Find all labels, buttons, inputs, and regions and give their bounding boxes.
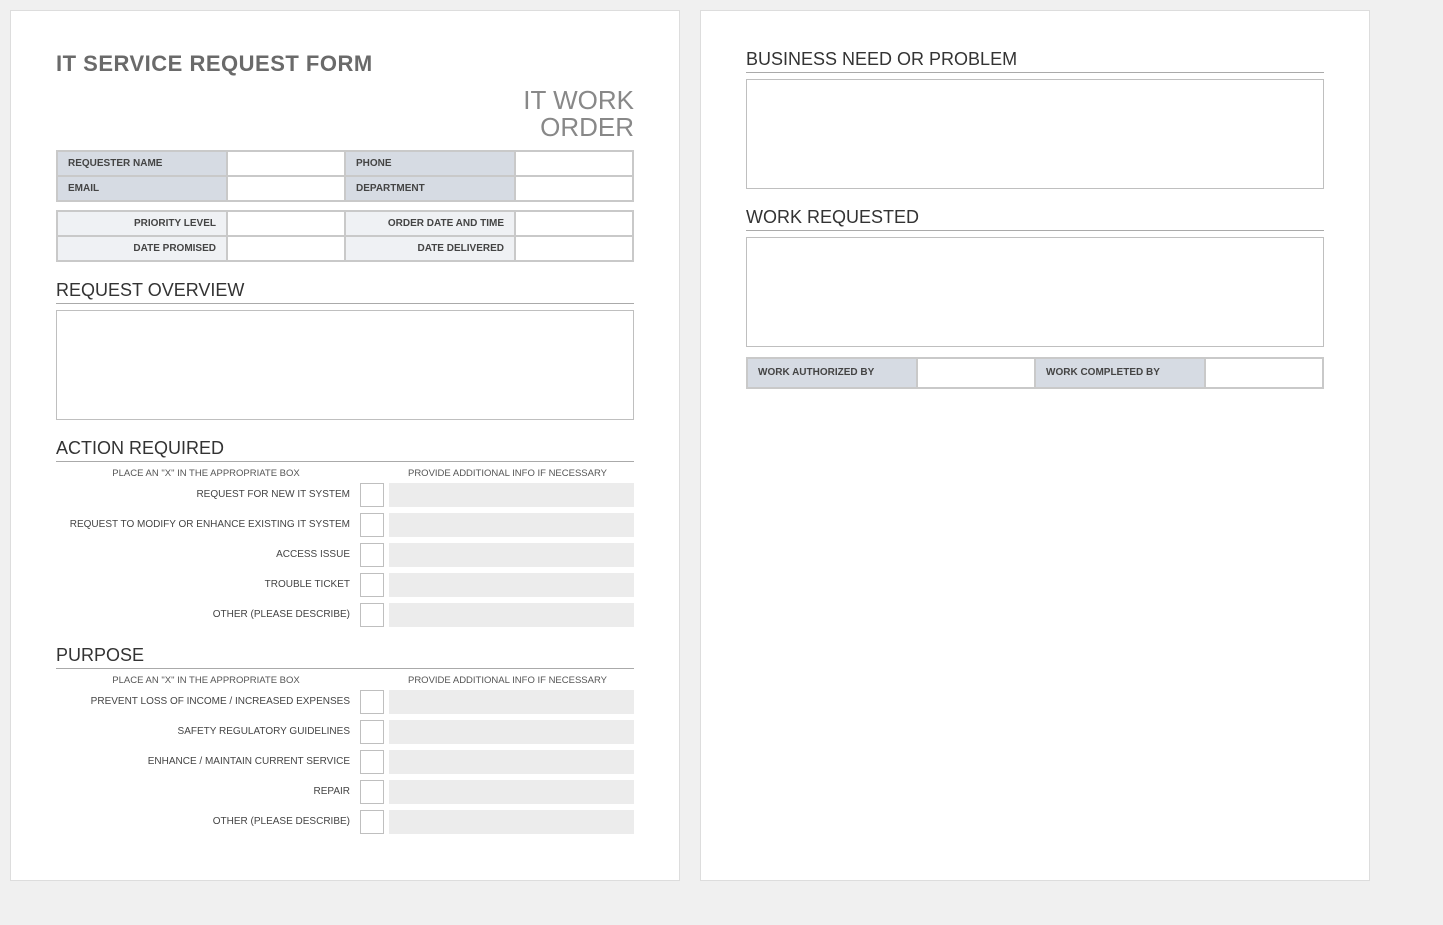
date-promised-field[interactable] [227,236,345,261]
form-subtitle: IT WORK ORDER [56,87,634,142]
page-2: BUSINESS NEED OR PROBLEM WORK REQUESTED … [700,10,1370,881]
requester-name-label: REQUESTER NAME [57,151,227,176]
request-overview-heading: REQUEST OVERVIEW [56,280,634,304]
action-item-label: ACCESS ISSUE [56,543,356,567]
purpose-item-checkbox[interactable] [360,720,384,744]
purpose-item-label: PREVENT LOSS OF INCOME / INCREASED EXPEN… [56,690,356,714]
action-item-info-field[interactable] [389,543,634,567]
purpose-item-label: REPAIR [56,780,356,804]
requester-name-field[interactable] [227,151,345,176]
action-item-checkbox[interactable] [360,573,384,597]
phone-field[interactable] [515,151,633,176]
order-date-field[interactable] [515,211,633,236]
request-overview-field[interactable] [56,310,634,420]
purpose-item-row: OTHER (PLEASE DESCRIBE) [56,810,634,834]
purpose-col-left-instr: PLACE AN "X" IN THE APPROPRIATE BOX [56,675,356,686]
work-requested-heading: WORK REQUESTED [746,207,1324,231]
email-label: EMAIL [57,176,227,201]
authorization-table: WORK AUTHORIZED BY WORK COMPLETED BY [746,357,1324,389]
action-item-info-field[interactable] [389,483,634,507]
purpose-columns-header: PLACE AN "X" IN THE APPROPRIATE BOX PROV… [56,675,634,686]
purpose-item-info-field[interactable] [389,810,634,834]
purpose-item-row: REPAIR [56,780,634,804]
action-item-label: REQUEST FOR NEW IT SYSTEM [56,483,356,507]
purpose-item-row: PREVENT LOSS OF INCOME / INCREASED EXPEN… [56,690,634,714]
purpose-item-checkbox[interactable] [360,810,384,834]
subtitle-line-1: IT WORK [523,85,634,115]
date-delivered-field[interactable] [515,236,633,261]
action-item-row: TROUBLE TICKET [56,573,634,597]
purpose-item-label: ENHANCE / MAINTAIN CURRENT SERVICE [56,750,356,774]
action-item-checkbox[interactable] [360,603,384,627]
action-col-right-instr: PROVIDE ADDITIONAL INFO IF NECESSARY [381,468,634,479]
business-need-field[interactable] [746,79,1324,189]
email-field[interactable] [227,176,345,201]
action-required-heading: ACTION REQUIRED [56,438,634,462]
action-item-row: REQUEST TO MODIFY OR ENHANCE EXISTING IT… [56,513,634,537]
purpose-heading: PURPOSE [56,645,634,669]
business-need-heading: BUSINESS NEED OR PROBLEM [746,49,1324,73]
department-label: DEPARTMENT [345,176,515,201]
purpose-list: PREVENT LOSS OF INCOME / INCREASED EXPEN… [56,690,634,834]
action-item-label: REQUEST TO MODIFY OR ENHANCE EXISTING IT… [56,513,356,537]
priority-label: PRIORITY LEVEL [57,211,227,236]
department-field[interactable] [515,176,633,201]
purpose-item-checkbox[interactable] [360,750,384,774]
purpose-item-info-field[interactable] [389,780,634,804]
priority-field[interactable] [227,211,345,236]
action-item-label: TROUBLE TICKET [56,573,356,597]
action-item-info-field[interactable] [389,513,634,537]
subtitle-line-2: ORDER [540,112,634,142]
purpose-item-info-field[interactable] [389,750,634,774]
order-date-label: ORDER DATE AND TIME [345,211,515,236]
purpose-col-right-instr: PROVIDE ADDITIONAL INFO IF NECESSARY [381,675,634,686]
action-item-row: REQUEST FOR NEW IT SYSTEM [56,483,634,507]
phone-label: PHONE [345,151,515,176]
date-delivered-label: DATE DELIVERED [345,236,515,261]
action-item-info-field[interactable] [389,573,634,597]
action-item-checkbox[interactable] [360,483,384,507]
requester-table: REQUESTER NAME PHONE EMAIL DEPARTMENT [56,150,634,202]
work-completed-by-label: WORK COMPLETED BY [1035,358,1205,388]
purpose-item-row: SAFETY REGULATORY GUIDELINES [56,720,634,744]
purpose-item-info-field[interactable] [389,690,634,714]
date-promised-label: DATE PROMISED [57,236,227,261]
form-title: IT SERVICE REQUEST FORM [56,51,634,77]
purpose-item-info-field[interactable] [389,720,634,744]
action-item-checkbox[interactable] [360,543,384,567]
purpose-item-checkbox[interactable] [360,780,384,804]
purpose-item-checkbox[interactable] [360,690,384,714]
action-item-info-field[interactable] [389,603,634,627]
action-col-left-instr: PLACE AN "X" IN THE APPROPRIATE BOX [56,468,356,479]
purpose-item-label: SAFETY REGULATORY GUIDELINES [56,720,356,744]
work-authorized-by-field[interactable] [917,358,1035,388]
work-authorized-by-label: WORK AUTHORIZED BY [747,358,917,388]
work-completed-by-field[interactable] [1205,358,1323,388]
work-requested-field[interactable] [746,237,1324,347]
action-required-list: REQUEST FOR NEW IT SYSTEM REQUEST TO MODI… [56,483,634,627]
meta-table: PRIORITY LEVEL ORDER DATE AND TIME DATE … [56,210,634,262]
action-columns-header: PLACE AN "X" IN THE APPROPRIATE BOX PROV… [56,468,634,479]
action-item-row: ACCESS ISSUE [56,543,634,567]
purpose-item-label: OTHER (PLEASE DESCRIBE) [56,810,356,834]
action-item-label: OTHER (PLEASE DESCRIBE) [56,603,356,627]
action-item-row: OTHER (PLEASE DESCRIBE) [56,603,634,627]
action-item-checkbox[interactable] [360,513,384,537]
page-1: IT SERVICE REQUEST FORM IT WORK ORDER RE… [10,10,680,881]
purpose-item-row: ENHANCE / MAINTAIN CURRENT SERVICE [56,750,634,774]
